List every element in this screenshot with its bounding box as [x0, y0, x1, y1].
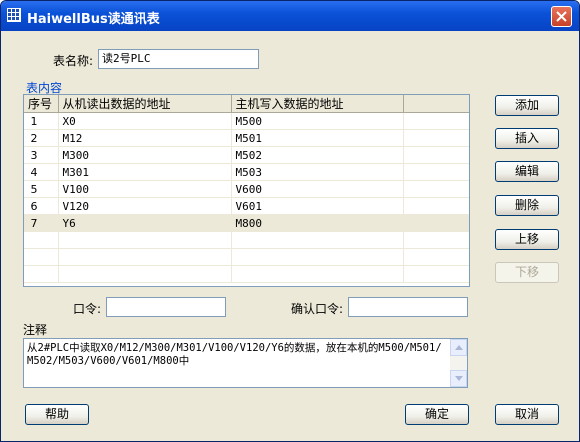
password-input[interactable] — [106, 297, 226, 317]
notes-textarea[interactable]: 从2#PLC中读取X0/M12/M300/M301/V100/V120/Y6的数… — [23, 338, 468, 388]
empty-cell[interactable] — [58, 231, 232, 249]
row-number-cell[interactable]: 2 — [24, 129, 59, 147]
slave-address-cell[interactable]: X0 — [58, 112, 232, 130]
empty-cell[interactable] — [403, 265, 469, 283]
notes-label: 注释 — [23, 323, 48, 337]
delete-button[interactable]: 删除 — [495, 195, 559, 216]
empty-cell[interactable] — [403, 248, 469, 266]
empty-cell[interactable] — [58, 248, 232, 266]
confirm-password-label: 确认口令: — [291, 302, 344, 316]
empty-table-row[interactable] — [24, 231, 469, 249]
empty-cell[interactable] — [231, 248, 404, 266]
table-header-row: 序号 从机读出数据的地址 主机写入数据的地址 — [24, 95, 469, 113]
title-bar[interactable]: HaiwellBus读通讯表 — [1, 1, 579, 31]
window-title: HaiwellBus读通讯表 — [27, 12, 160, 27]
row-number-cell[interactable]: 4 — [24, 163, 59, 181]
arrow-down-icon — [455, 376, 463, 381]
empty-cell[interactable] — [403, 180, 469, 198]
empty-table-row[interactable] — [24, 248, 469, 266]
empty-cell[interactable] — [231, 265, 404, 283]
master-address-cell[interactable]: V600 — [231, 180, 404, 198]
row-number-cell[interactable]: 6 — [24, 197, 59, 215]
table-row[interactable]: 2 M12 M501 — [24, 129, 469, 147]
notes-text[interactable]: 从2#PLC中读取X0/M12/M300/M301/V100/V120/Y6的数… — [27, 342, 447, 368]
empty-cell[interactable] — [403, 214, 469, 232]
password-label: 口令: — [73, 302, 102, 316]
empty-cell[interactable] — [58, 265, 232, 283]
master-address-cell[interactable]: M501 — [231, 129, 404, 147]
insert-button[interactable]: 插入 — [495, 128, 559, 149]
row-number-cell[interactable]: 7 — [24, 214, 59, 232]
master-address-cell[interactable]: M503 — [231, 163, 404, 181]
slave-address-cell[interactable]: M301 — [58, 163, 232, 181]
row-number-cell[interactable]: 1 — [24, 112, 59, 130]
row-number-cell[interactable]: 5 — [24, 180, 59, 198]
master-address-cell[interactable]: M800 — [231, 214, 404, 232]
move-up-button[interactable]: 上移 — [495, 229, 559, 250]
empty-cell[interactable] — [24, 231, 59, 249]
scroll-up-button[interactable] — [450, 339, 467, 356]
close-icon — [556, 11, 567, 22]
column-header-master-address[interactable]: 主机写入数据的地址 — [231, 95, 404, 113]
master-address-cell[interactable]: M502 — [231, 146, 404, 164]
table-row[interactable]: 6 V120 V601 — [24, 197, 469, 215]
help-button[interactable]: 帮助 — [25, 404, 89, 425]
empty-cell[interactable] — [403, 197, 469, 215]
arrow-up-icon — [455, 345, 463, 350]
cancel-button[interactable]: 取消 — [495, 404, 559, 425]
row-number-cell[interactable]: 3 — [24, 146, 59, 164]
address-table[interactable]: 序号 从机读出数据的地址 主机写入数据的地址 1 X0 M500 2 M12 M501 3 M… — [23, 94, 470, 287]
empty-cell[interactable] — [403, 112, 469, 130]
master-address-cell[interactable]: V601 — [231, 197, 404, 215]
empty-cell[interactable] — [403, 129, 469, 147]
close-button[interactable] — [551, 6, 572, 27]
dialog-window: HaiwellBus读通讯表 表名称: 读2号PLC 表内容 序号 从机读出数据… — [0, 0, 580, 442]
notes-scrollbar[interactable] — [450, 339, 467, 387]
empty-cell[interactable] — [24, 265, 59, 283]
empty-table-row[interactable] — [24, 265, 469, 283]
slave-address-cell[interactable]: Y6 — [58, 214, 232, 232]
slave-address-cell[interactable]: V100 — [58, 180, 232, 198]
scroll-down-button[interactable] — [450, 370, 467, 387]
column-header-slave-address[interactable]: 从机读出数据的地址 — [58, 95, 232, 113]
table-row[interactable]: 1 X0 M500 — [24, 112, 469, 130]
table-name-label: 表名称: — [53, 54, 94, 68]
slave-address-cell[interactable]: M12 — [58, 129, 232, 147]
table-row[interactable]: 3 M300 M502 — [24, 146, 469, 164]
table-row[interactable]: 5 V100 V600 — [24, 180, 469, 198]
edit-button[interactable]: 编辑 — [495, 161, 559, 182]
column-header-empty — [403, 95, 469, 113]
table-name-input[interactable]: 读2号PLC — [98, 49, 259, 69]
column-header-no[interactable]: 序号 — [24, 95, 59, 113]
empty-cell[interactable] — [403, 163, 469, 181]
empty-cell[interactable] — [403, 146, 469, 164]
add-button[interactable]: 添加 — [495, 95, 559, 116]
empty-cell[interactable] — [231, 231, 404, 249]
confirm-password-input[interactable] — [348, 297, 468, 317]
empty-cell[interactable] — [403, 231, 469, 249]
empty-cell[interactable] — [24, 248, 59, 266]
table-row[interactable]: 7 Y6 M800 — [24, 214, 469, 232]
master-address-cell[interactable]: M500 — [231, 112, 404, 130]
grid-app-icon — [7, 8, 21, 22]
table-row[interactable]: 4 M301 M503 — [24, 163, 469, 181]
move-down-button[interactable]: 下移 — [495, 262, 559, 283]
slave-address-cell[interactable]: V120 — [58, 197, 232, 215]
ok-button[interactable]: 确定 — [405, 404, 469, 425]
slave-address-cell[interactable]: M300 — [58, 146, 232, 164]
